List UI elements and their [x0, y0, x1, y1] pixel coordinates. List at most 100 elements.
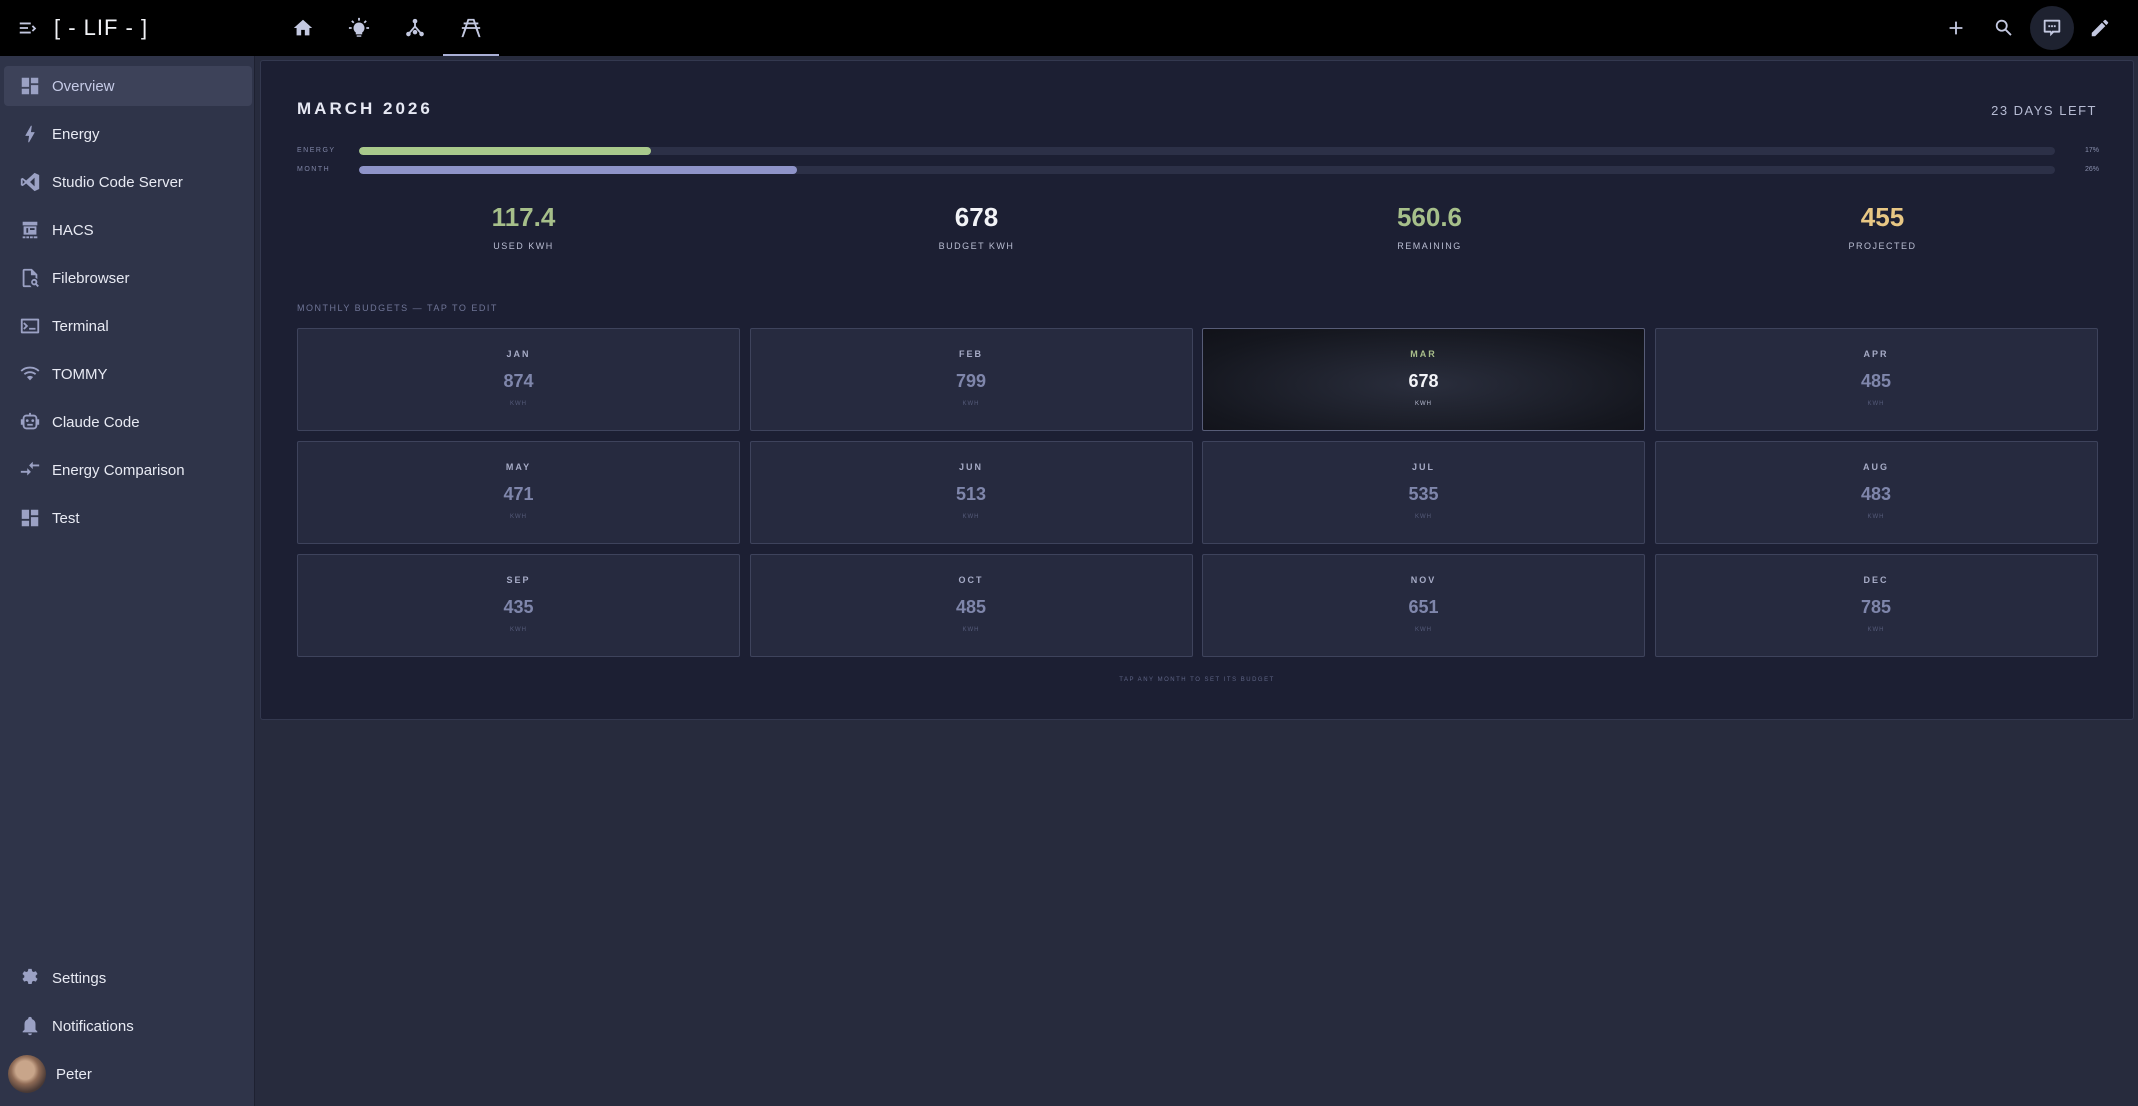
notifications-label: Notifications: [52, 1017, 134, 1035]
month-name: MAY: [505, 462, 532, 472]
month-name: DEC: [1863, 575, 1889, 585]
energy-bar-percent: 17%: [2084, 147, 2099, 154]
month-name: FEB: [959, 349, 983, 359]
month-bar-track: [359, 166, 2055, 174]
month-unit: KWH: [962, 514, 980, 520]
month-unit: KWH: [1867, 401, 1885, 407]
month-bar-fill: [359, 166, 797, 174]
menu-toggle-button[interactable]: [14, 14, 42, 42]
hacs-icon: [22, 221, 38, 239]
month-name: JUL: [1411, 462, 1435, 472]
sidebar-item-hacs[interactable]: HACS: [4, 210, 252, 250]
energy-bar-label: ENERGY: [297, 147, 336, 154]
wifi-icon: [20, 366, 40, 381]
month-name: NOV: [1410, 575, 1437, 585]
search-icon: [1995, 19, 2012, 36]
month-budget-value: 485: [955, 597, 987, 617]
month-tile-jun[interactable]: JUN 513 KWH: [749, 441, 1193, 544]
energy-bar-track: [359, 147, 2055, 155]
add-button[interactable]: [1934, 6, 1978, 50]
edit-dashboard-button[interactable]: [2078, 6, 2122, 50]
pencil-icon: [2091, 19, 2109, 37]
month-budget-value: 483: [1860, 484, 1892, 504]
month-unit: KWH: [1415, 514, 1432, 520]
tab-network[interactable]: [387, 0, 443, 56]
month-budget-value: 651: [1408, 597, 1439, 617]
stat-label: BUDGET KWH: [938, 241, 1015, 251]
sidebar-item-label: Studio Code Server: [52, 173, 183, 191]
sidebar-item-test[interactable]: Test: [4, 498, 252, 538]
sidebar-item-label: Claude Code: [52, 413, 140, 431]
month-name: MAR: [1410, 349, 1437, 359]
month-budget-value: 435: [503, 597, 534, 617]
month-name: SEP: [506, 575, 531, 585]
compare-icon: [20, 461, 40, 476]
sidebar-item-profile[interactable]: Peter: [4, 1054, 252, 1094]
month-tile-oct[interactable]: OCT 485 KWH: [749, 554, 1193, 657]
month-bar-label: MONTH: [297, 166, 331, 173]
sidebar: Overview Energy Studio Code Server HACS …: [0, 56, 255, 1106]
sidebar-item-terminal[interactable]: Terminal: [4, 306, 252, 346]
budget-month-title: MARCH 2026: [297, 99, 433, 118]
month-tile-mar[interactable]: MAR 678 KWH: [1202, 328, 1645, 431]
month-name: OCT: [958, 575, 984, 585]
month-tile-sep[interactable]: SEP 435 KWH: [297, 554, 740, 657]
stat-used: 117.4 USED KWH: [297, 201, 750, 251]
stat-label: USED KWH: [493, 241, 554, 251]
top-actions: [1934, 0, 2122, 56]
view-dashboard-icon: [21, 509, 39, 527]
avatar: [8, 1055, 46, 1093]
energy-bar-fill: [359, 147, 651, 155]
settings-label: Settings: [52, 969, 107, 987]
month-budget-value: 785: [1860, 597, 1892, 617]
sidebar-item-energy[interactable]: Energy: [4, 114, 252, 154]
month-unit: KWH: [1867, 627, 1885, 633]
sidebar-item-overview[interactable]: Overview: [4, 66, 252, 106]
month-tile-nov[interactable]: NOV 651 KWH: [1202, 554, 1645, 657]
search-button[interactable]: [1982, 6, 2026, 50]
sidebar-item-settings[interactable]: Settings: [4, 958, 252, 998]
view-dashboard-icon: [21, 77, 39, 95]
month-tile-feb[interactable]: FEB 799 KWH: [749, 328, 1193, 431]
month-unit: KWH: [1867, 514, 1885, 520]
month-budget-value: 535: [1408, 484, 1439, 504]
month-unit: KWH: [510, 401, 527, 407]
stat-value: 678: [954, 202, 999, 232]
sidebar-item-studio-code-server[interactable]: Studio Code Server: [4, 162, 252, 202]
sidebar-item-label: Energy Comparison: [52, 461, 185, 479]
month-budget-value: 799: [955, 371, 987, 391]
sidebar-item-filebrowser[interactable]: Filebrowser: [4, 258, 252, 298]
plus-icon: [1949, 21, 1963, 35]
sidebar-item-energy-comparison[interactable]: Energy Comparison: [4, 450, 252, 490]
month-tile-dec[interactable]: DEC 785 KWH: [1654, 554, 2098, 657]
sidebar-item-label: Energy: [52, 125, 100, 143]
stat-value: 560.6: [1396, 202, 1463, 232]
tab-lights[interactable]: [331, 0, 387, 56]
month-tile-jul[interactable]: JUL 535 KWH: [1202, 441, 1645, 544]
menu-open-icon: [19, 22, 37, 34]
sidebar-item-claude-code[interactable]: Claude Code: [4, 402, 252, 442]
sidebar-item-notifications[interactable]: Notifications: [4, 1006, 252, 1046]
month-budget-value: 874: [503, 371, 534, 391]
month-unit: KWH: [510, 514, 527, 520]
sidebar-item-tommy[interactable]: TOMMY: [4, 354, 252, 394]
month-budget-value: 678: [1408, 371, 1439, 391]
month-budget-value: 485: [1860, 371, 1892, 391]
vscode-icon: [20, 172, 40, 192]
stat-projected: 455 PROJECTED: [1656, 201, 2109, 251]
stat-value: 455: [1860, 202, 1905, 232]
lightbulb-icon: [348, 17, 370, 37]
tab-home[interactable]: [275, 0, 331, 56]
month-unit: KWH: [962, 401, 980, 407]
month-name: JUN: [958, 462, 983, 472]
tab-energy[interactable]: [443, 0, 499, 56]
month-tile-apr[interactable]: APR 485 KWH: [1654, 328, 2098, 431]
month-tile-jan[interactable]: JAN 874 KWH: [297, 328, 740, 431]
transmission-tower-icon: [461, 18, 481, 38]
assist-button[interactable]: [2030, 6, 2074, 50]
month-unit: KWH: [962, 627, 980, 633]
bell-icon: [22, 1016, 38, 1036]
month-tile-aug[interactable]: AUG 483 KWH: [1654, 441, 2098, 544]
top-app-bar: [ - LIF - ]: [0, 0, 2138, 56]
month-tile-may[interactable]: MAY 471 KWH: [297, 441, 740, 544]
